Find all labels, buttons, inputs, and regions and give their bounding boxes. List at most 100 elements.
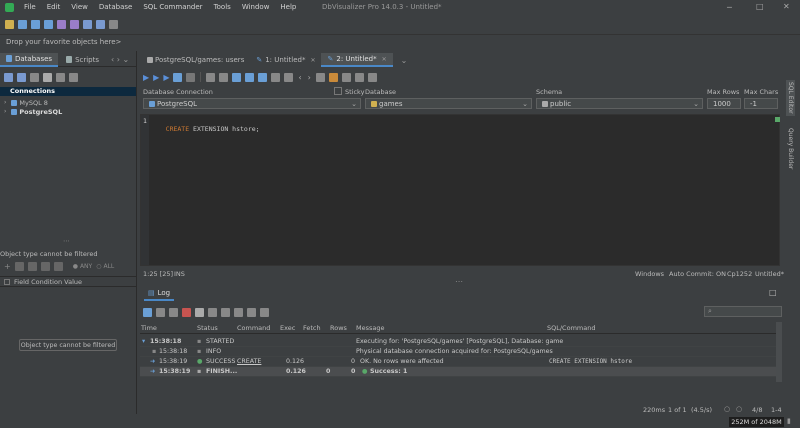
save-icon[interactable] [31,19,40,29]
col-time[interactable]: Time [141,324,157,332]
maxchars-input[interactable]: -1 [744,98,778,109]
add-connection-icon[interactable] [4,72,13,82]
menu-sql-commander[interactable]: SQL Commander [143,3,202,11]
tab-users[interactable]: PostgreSQL/games: users [139,53,250,67]
filter-help-icon[interactable] [53,261,63,271]
database-select[interactable]: games ⌄ [365,98,532,109]
menu-view[interactable]: View [71,3,88,11]
expand-icon[interactable] [30,72,39,82]
log-grid-icon[interactable] [143,307,152,317]
checkbox-icon[interactable] [4,278,10,285]
commit-icon[interactable] [206,72,216,82]
execute-buffer-icon[interactable]: ▶ [163,73,169,82]
log-search-input[interactable]: ⌕ [704,306,782,317]
log-filter-icon[interactable] [195,307,204,317]
radio-all[interactable]: ○ [96,263,101,270]
tab-query-builder[interactable]: Query Builder [786,126,795,171]
log-sort-icon[interactable] [247,307,256,317]
close-tab-icon[interactable]: ✕ [382,56,387,63]
log-row[interactable]: ▾ 15:38:18 ▪ STARTED Executing for: 'Pos… [140,337,776,347]
log-funnel-icon[interactable] [260,307,269,317]
add-filter-icon[interactable]: + [4,262,11,271]
col-rows[interactable]: Rows [330,324,347,332]
col-fetch[interactable]: Fetch [303,324,321,332]
maximize-icon[interactable]: □ [756,2,764,11]
redo-icon[interactable] [70,19,79,29]
maxrows-input[interactable]: 1000 [707,98,741,109]
tab-untitled-1[interactable]: ✎ 1: Untitled* ✕ [250,53,321,67]
tree-item-mysql[interactable]: › MySQL 8 [4,98,48,107]
disconnect-icon[interactable] [96,19,105,29]
settings-icon[interactable] [69,72,78,82]
log-scrollbar[interactable] [776,322,782,382]
maximize-panel-icon[interactable]: □ [769,288,777,297]
properties-icon[interactable] [109,19,118,29]
menu-help[interactable]: Help [280,3,296,11]
params-icon[interactable] [341,72,351,82]
sticky-checkbox[interactable] [334,87,342,95]
back-icon[interactable]: ‹ [298,73,301,82]
tab-untitled-2[interactable]: ✎ 2: Untitled* ✕ [321,53,393,67]
close-icon[interactable]: ✕ [783,2,790,11]
nav-arrows-icon[interactable]: ‹ › ⌄ [111,55,129,64]
connection-select[interactable]: PostgreSQL ⌄ [143,98,361,109]
log-lock-icon[interactable] [169,307,178,317]
history-icon[interactable] [284,72,294,82]
menu-edit[interactable]: Edit [47,3,61,11]
gc-icon[interactable]: ▮ [787,417,791,425]
minimize-icon[interactable]: ─ [727,3,732,12]
save-all-icon[interactable] [44,19,53,29]
log-expand-icon[interactable] [221,307,230,317]
col-sql[interactable]: SQL/Command [547,324,595,332]
execute-icon[interactable]: ▶ [143,73,149,82]
forward-icon[interactable]: › [308,73,311,82]
close-tab-icon[interactable]: ✕ [310,57,315,64]
circle-icon[interactable]: ○ [724,405,730,413]
log-row[interactable]: ➜ 15:38:19 ▪ FINISH... 0.126 0 0 ● Succe… [140,367,776,377]
remove-filter-icon[interactable] [14,261,24,271]
col-exec[interactable]: Exec [280,324,295,332]
sql-editor[interactable]: 1 CREATE EXTENSION hstore; [140,114,780,266]
filter-icon[interactable] [43,72,52,82]
menu-tools[interactable]: Tools [214,3,231,11]
splitter-dots[interactable]: ⋯ [63,237,70,245]
save-editor-icon[interactable] [258,72,268,82]
log-row[interactable]: ➜ 15:38:19 ● SUCCESS CREATE 0.126 0 OK. … [140,357,776,367]
execute-current-icon[interactable]: ▶ [153,73,159,82]
log-copy-icon[interactable] [156,307,165,317]
load-icon[interactable] [245,72,255,82]
col-command[interactable]: Command [237,324,270,332]
auto-commit-icon[interactable] [367,72,377,82]
explain-icon[interactable] [173,72,183,82]
open-icon[interactable] [18,19,27,29]
connections-header[interactable]: Connections [0,87,136,96]
tab-scripts[interactable]: Scripts [58,53,105,67]
format-icon[interactable] [271,72,281,82]
log-collapse-icon[interactable] [234,307,243,317]
log-pause-icon[interactable] [208,307,217,317]
log-command[interactable]: CREATE [237,358,261,365]
undo-icon[interactable] [57,19,66,29]
tab-sql-editor[interactable]: SQL Editor [786,80,795,116]
tabs-dropdown-icon[interactable]: ⌄ [401,56,408,65]
new-icon[interactable] [5,19,14,29]
clear-filter-icon[interactable] [40,261,50,271]
stop-icon[interactable] [186,72,196,82]
bookmark-icon[interactable] [315,72,325,82]
radio-any[interactable]: ● [73,263,78,270]
memory-meter[interactable]: 252M of 2048M [729,417,784,427]
menu-database[interactable]: Database [99,3,132,11]
connect-icon[interactable] [83,19,92,29]
tab-databases[interactable]: Databases [0,52,59,67]
filter-disabled-button[interactable]: Object type cannot be filtered [19,339,117,351]
col-message[interactable]: Message [356,324,385,332]
variables-icon[interactable] [328,72,338,82]
col-status[interactable]: Status [197,324,218,332]
log-clear-icon[interactable] [182,307,191,317]
collapse-icon[interactable] [56,72,65,82]
schema-select[interactable]: public ⌄ [536,98,703,109]
copy-filter-icon[interactable] [27,261,37,271]
refresh-icon[interactable] [17,72,26,82]
options-icon[interactable] [354,72,364,82]
new-editor-icon[interactable] [232,72,242,82]
